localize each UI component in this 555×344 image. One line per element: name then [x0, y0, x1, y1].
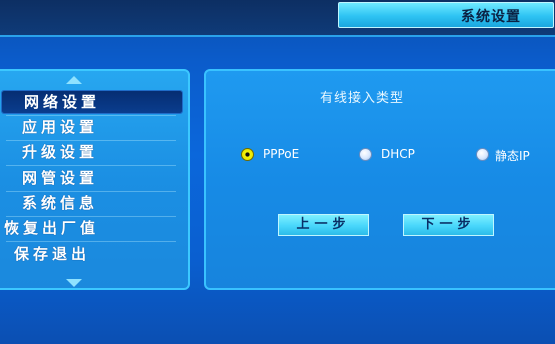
radio-checked-icon[interactable] [241, 148, 254, 161]
menu-item-label: 应用设置 [22, 118, 99, 136]
menu-item-label: 恢复出厂值 [4, 219, 100, 237]
scroll-up-icon[interactable] [66, 76, 82, 84]
scroll-down-icon[interactable] [66, 279, 82, 287]
menu-item-label: 网管设置 [22, 169, 99, 187]
menu-item-save-exit[interactable]: 保存退出 [2, 243, 182, 265]
menu-item-application[interactable]: 应用设置 [2, 116, 182, 138]
radio-unchecked-icon[interactable] [359, 148, 372, 161]
menu-item-label: 升级设置 [22, 143, 99, 161]
radio-label: DHCP [381, 147, 415, 161]
header-divider [0, 35, 555, 37]
menu-divider [6, 165, 176, 166]
prev-step-button[interactable]: 上一步 [278, 214, 369, 236]
next-step-button[interactable]: 下一步 [403, 214, 494, 236]
connection-type-label: 有线接入类型 [320, 91, 405, 106]
menu-item-upgrade[interactable]: 升级设置 [2, 141, 182, 163]
page-title: 系统设置 [461, 9, 521, 25]
menu-item-factory-reset[interactable]: 恢复出厂值 [2, 217, 182, 239]
menu-item-label: 保存退出 [14, 245, 91, 263]
menu-item-system-info[interactable]: 系统信息 [2, 192, 182, 214]
title-tab: 系统设置 [338, 2, 554, 28]
radio-unchecked-icon[interactable] [476, 148, 489, 161]
menu-item-network[interactable]: 网络设置 [1, 90, 183, 114]
radio-label: PPPoE [263, 147, 300, 161]
menu-item-management[interactable]: 网管设置 [2, 167, 182, 189]
menu-divider [6, 241, 176, 242]
radio-label: 静态IP [495, 149, 530, 163]
menu-item-label: 系统信息 [22, 194, 99, 212]
settings-menu: 网络设置 应用设置 升级设置 网管设置 系统信息 恢复出厂值 保存退出 [0, 69, 190, 290]
menu-item-label: 网络设置 [24, 93, 101, 111]
